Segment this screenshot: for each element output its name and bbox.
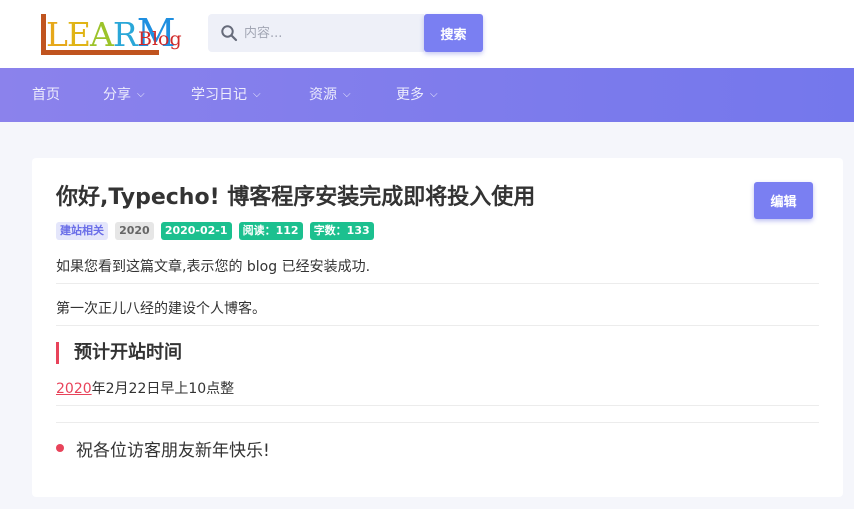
nav-item-label: 首页 xyxy=(32,87,60,103)
nav-item-home[interactable]: 首页 xyxy=(32,68,60,122)
article-paragraph: 如果您看到这篇文章,表示您的 blog 已经安装成功. xyxy=(56,259,371,275)
date-badge: 2020-02-1 xyxy=(160,222,232,240)
chevron-down-icon: ⌵ xyxy=(253,89,261,100)
nav-item-label: 资源 xyxy=(309,87,337,103)
word-count-badge: 字数：133 xyxy=(309,222,374,240)
chevron-down-icon: ⌵ xyxy=(137,89,145,100)
nav-item-more[interactable]: 更多 ⌵ xyxy=(396,68,438,122)
list-item: 祝各位访客朋友新年快乐! xyxy=(76,441,270,461)
nav-item-share[interactable]: 分享 ⌵ xyxy=(103,68,145,122)
edit-button[interactable]: 编辑 xyxy=(754,182,813,219)
bullet-dot xyxy=(56,444,64,452)
main-nav: 首页 分享 ⌵ 学习日记 ⌵ 资源 ⌵ 更多 ⌵ xyxy=(0,68,854,122)
year-link[interactable]: 2020 xyxy=(56,381,92,397)
logo-blog-text: Blog xyxy=(138,28,182,50)
search-box xyxy=(208,14,424,52)
launch-time-text: 2020年2月22日早上10点整 xyxy=(56,378,234,398)
site-logo[interactable]: LEARM Blog xyxy=(40,12,182,56)
reads-badge: 阅读：112 xyxy=(238,222,303,240)
nav-item-study-diary[interactable]: 学习日记 ⌵ xyxy=(191,68,261,122)
chevron-down-icon: ⌵ xyxy=(430,89,438,100)
search-input[interactable] xyxy=(244,14,420,52)
top-header: LEARM Blog 搜索 xyxy=(0,0,854,68)
divider xyxy=(56,405,819,406)
divider xyxy=(56,283,819,284)
section-heading: 预计开站时间 xyxy=(56,342,182,364)
launch-time-rest: 年2月22日早上10点整 xyxy=(91,381,235,397)
divider xyxy=(56,422,819,423)
article-meta: 建站相关 2020 2020-02-1 阅读：112 字数：133 xyxy=(56,222,376,240)
nav-item-label: 分享 xyxy=(103,87,131,103)
article-paragraph: 第一次正儿八经的建设个人博客。 xyxy=(56,301,266,317)
divider xyxy=(56,325,819,326)
article-card: 你好,Typecho! 博客程序安装完成即将投入使用 编辑 建站相关 2020 … xyxy=(32,158,843,497)
article-title[interactable]: 你好,Typecho! 博客程序安装完成即将投入使用 xyxy=(56,179,736,211)
nav-item-label: 学习日记 xyxy=(191,87,247,103)
category-tag[interactable]: 建站相关 xyxy=(56,222,108,240)
chevron-down-icon: ⌵ xyxy=(343,89,351,100)
search-button[interactable]: 搜索 xyxy=(424,14,483,52)
search-icon xyxy=(220,24,238,42)
nav-item-label: 更多 xyxy=(396,87,424,103)
nav-item-resources[interactable]: 资源 ⌵ xyxy=(309,68,351,122)
year-tag: 2020 xyxy=(115,222,154,240)
